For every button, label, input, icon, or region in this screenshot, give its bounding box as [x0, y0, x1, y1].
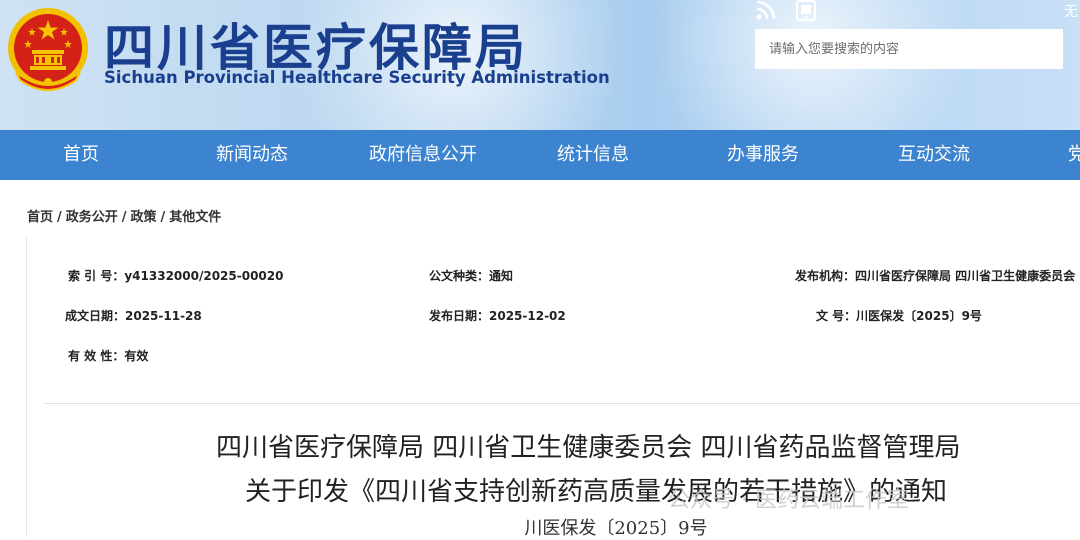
- nav-item-gov-info[interactable]: 政府信息公开: [369, 130, 477, 180]
- breadcrumb-separator: /: [121, 210, 127, 225]
- nav-item-party[interactable]: 党: [1068, 130, 1080, 180]
- meta-index-number: 索 引 号：y41332000/2025-00020: [68, 269, 284, 283]
- mobile-icon[interactable]: [794, 0, 818, 22]
- document-number: 川医保发〔2025〕9号: [524, 518, 708, 539]
- rss-icon[interactable]: [754, 0, 778, 22]
- meta-validity: 有 效 性：有效: [68, 349, 149, 363]
- national-emblem-icon: [8, 8, 88, 91]
- breadcrumb-gov-affairs[interactable]: 政务公开: [66, 210, 118, 225]
- site-header: 四川省医疗保障局 Sichuan Provincial Healthcare S…: [0, 0, 1080, 130]
- meta-publisher: 发布机构：四川省医疗保障局 四川省卫生健康委员会: [795, 269, 1076, 283]
- nav-item-services[interactable]: 办事服务: [727, 130, 799, 180]
- nav-item-interaction[interactable]: 互动交流: [898, 130, 970, 180]
- nav-item-home[interactable]: 首页: [63, 130, 99, 180]
- breadcrumb-home[interactable]: 首页: [27, 210, 53, 225]
- main-nav: 首页 新闻动态 政府信息公开 统计信息 办事服务 互动交流 党: [0, 130, 1080, 180]
- breadcrumb-separator: /: [160, 210, 166, 225]
- accessibility-link[interactable]: 无: [1064, 1, 1078, 21]
- site-subtitle-english: Sichuan Provincial Healthcare Security A…: [104, 68, 610, 87]
- breadcrumb-separator: /: [57, 210, 62, 225]
- nav-item-statistics[interactable]: 统计信息: [557, 130, 629, 180]
- meta-doc-type: 公文种类：通知: [429, 269, 514, 283]
- watermark-text: 公众号 · 医药云端工作室: [668, 488, 909, 513]
- breadcrumb: 首页 / 政务公开 / 政策 / 其他文件: [27, 206, 221, 225]
- breadcrumb-other-files[interactable]: 其他文件: [169, 210, 221, 225]
- meta-created-date: 成文日期：2025-11-28: [65, 309, 202, 323]
- search-input[interactable]: [755, 29, 1063, 69]
- meta-published-date: 发布日期：2025-12-02: [429, 309, 566, 323]
- breadcrumb-policy[interactable]: 政策: [131, 210, 157, 225]
- divider: [44, 403, 1080, 404]
- document-title-line-1: 四川省医疗保障局 四川省卫生健康委员会 四川省药品监督管理局: [216, 433, 961, 463]
- nav-item-news[interactable]: 新闻动态: [216, 130, 288, 180]
- meta-doc-number: 文 号：川医保发〔2025〕9号: [816, 309, 982, 323]
